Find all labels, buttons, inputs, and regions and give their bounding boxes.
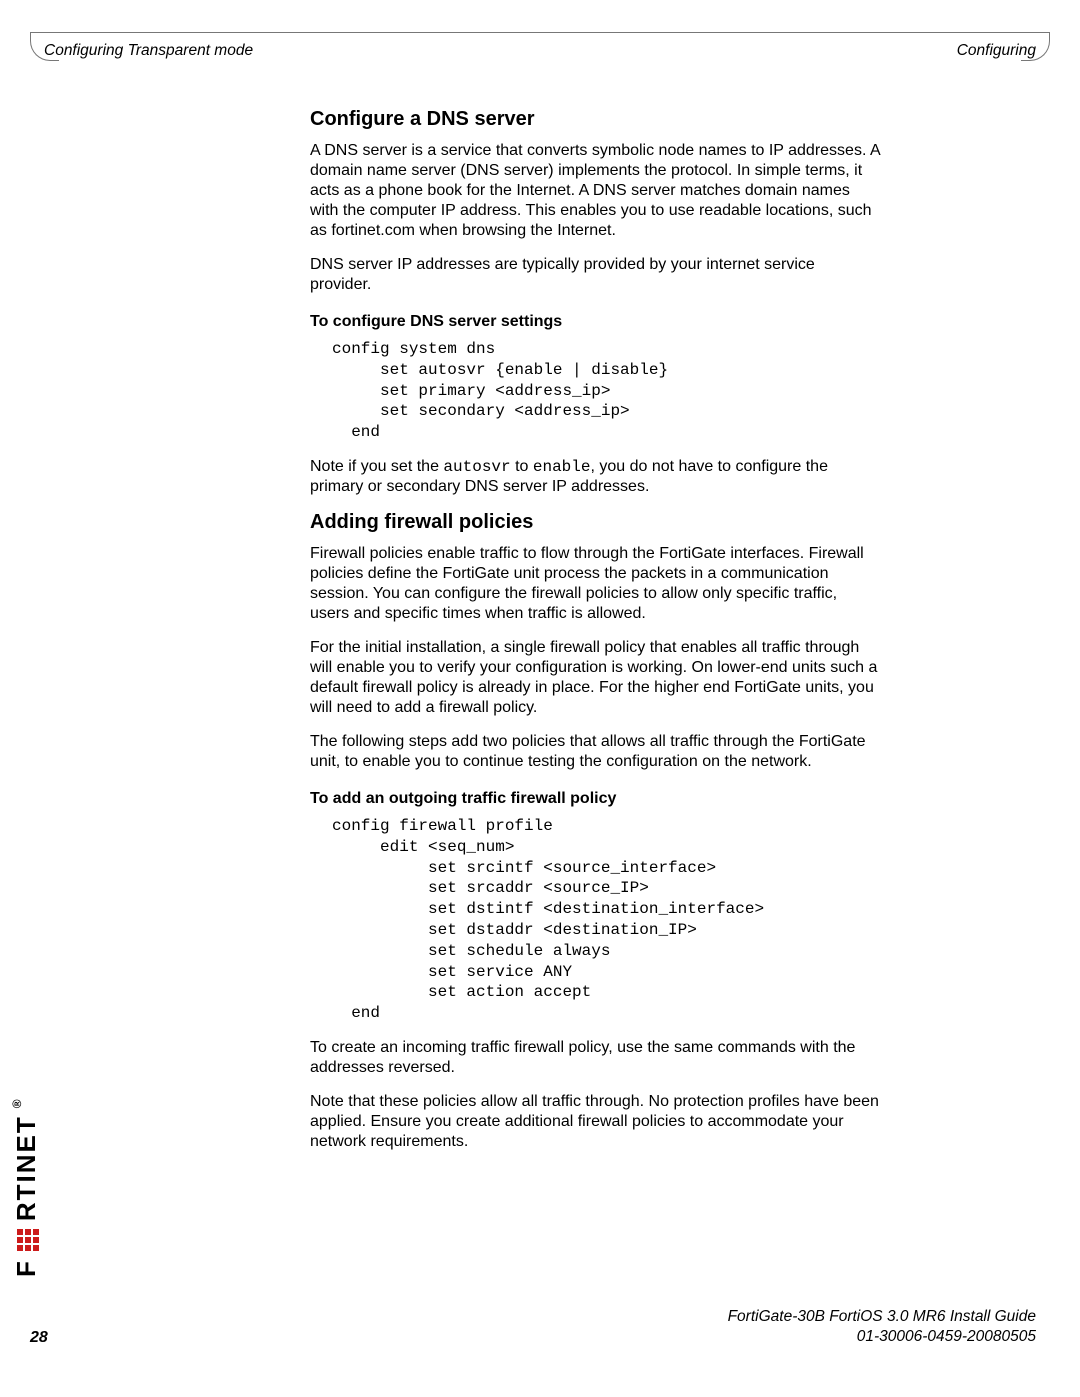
paragraph: Firewall policies enable traffic to flow…	[310, 544, 880, 624]
text: to	[511, 458, 533, 475]
footer-line1: FortiGate-30B FortiOS 3.0 MR6 Install Gu…	[728, 1307, 1036, 1327]
paragraph: Note that these policies allow all traff…	[310, 1092, 880, 1152]
header-left-text: Configuring Transparent mode	[44, 42, 253, 60]
paragraph: For the initial installation, a single f…	[310, 638, 880, 718]
subheading-dns-settings: To configure DNS server settings	[310, 313, 880, 331]
heading-firewall-policies: Adding firewall policies	[310, 511, 880, 534]
text: Note if you set the	[310, 458, 443, 475]
inline-code: autosvr	[443, 458, 510, 476]
paragraph: DNS server IP addresses are typically pr…	[310, 255, 880, 295]
logo-grid-icon	[17, 1229, 39, 1251]
page-number: 28	[30, 1329, 48, 1347]
paragraph: A DNS server is a service that converts …	[310, 141, 880, 241]
inline-code: enable	[533, 458, 591, 476]
fortinet-logo: F RTINET ®	[42, 1037, 82, 1277]
content-column: Configure a DNS server A DNS server is a…	[310, 108, 880, 1166]
subheading-outgoing-policy: To add an outgoing traffic firewall poli…	[310, 790, 880, 808]
code-block-firewall: config firewall profile edit <seq_num> s…	[332, 816, 880, 1024]
logo-letter: F	[11, 1259, 42, 1277]
page: Configuring Transparent mode Configuring…	[0, 0, 1080, 1397]
footer-guide: FortiGate-30B FortiOS 3.0 MR6 Install Gu…	[728, 1307, 1036, 1347]
paragraph-note: Note if you set the autosvr to enable, y…	[310, 457, 880, 497]
fortinet-logo-text: F RTINET ®	[11, 1098, 42, 1277]
registered-icon: ®	[10, 1097, 24, 1108]
header-right-text: Configuring	[957, 42, 1036, 60]
paragraph: The following steps add two policies tha…	[310, 732, 880, 772]
heading-configure-dns: Configure a DNS server	[310, 108, 880, 131]
logo-letters: RTINET	[11, 1115, 42, 1221]
code-block-dns: config system dns set autosvr {enable | …	[332, 339, 880, 443]
paragraph: To create an incoming traffic firewall p…	[310, 1038, 880, 1078]
footer-line2: 01-30006-0459-20080505	[728, 1327, 1036, 1347]
